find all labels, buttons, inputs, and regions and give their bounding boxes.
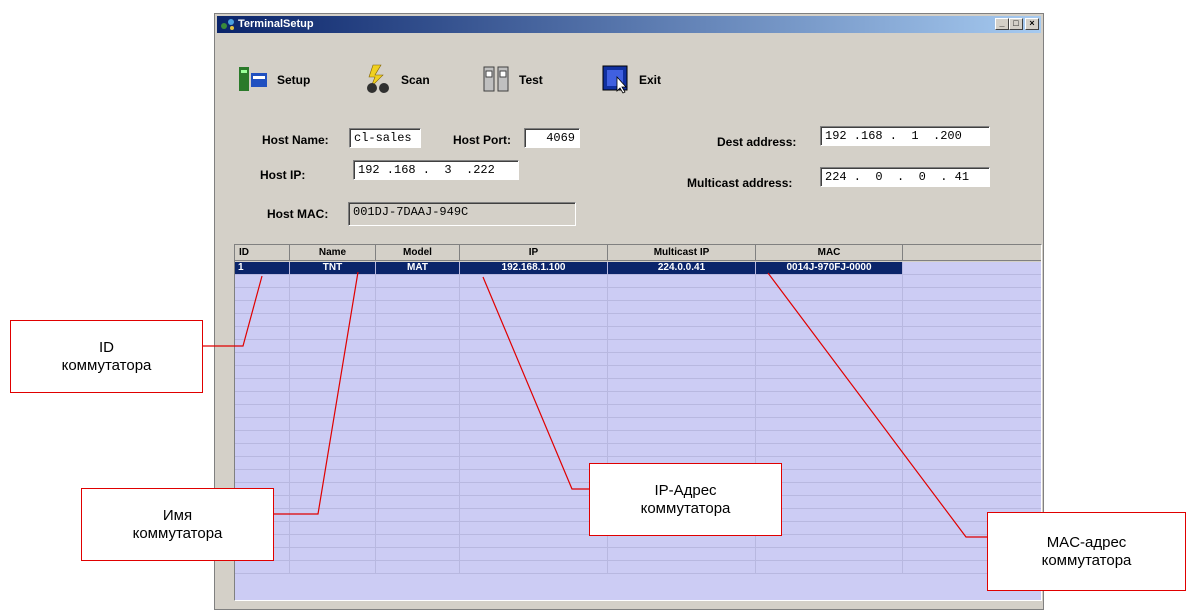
callout-line-name xyxy=(274,271,359,515)
callout-line-mac xyxy=(767,272,987,538)
callout-line-id xyxy=(203,275,263,347)
callout-line-ip xyxy=(482,276,589,490)
callout-lines xyxy=(203,271,987,538)
